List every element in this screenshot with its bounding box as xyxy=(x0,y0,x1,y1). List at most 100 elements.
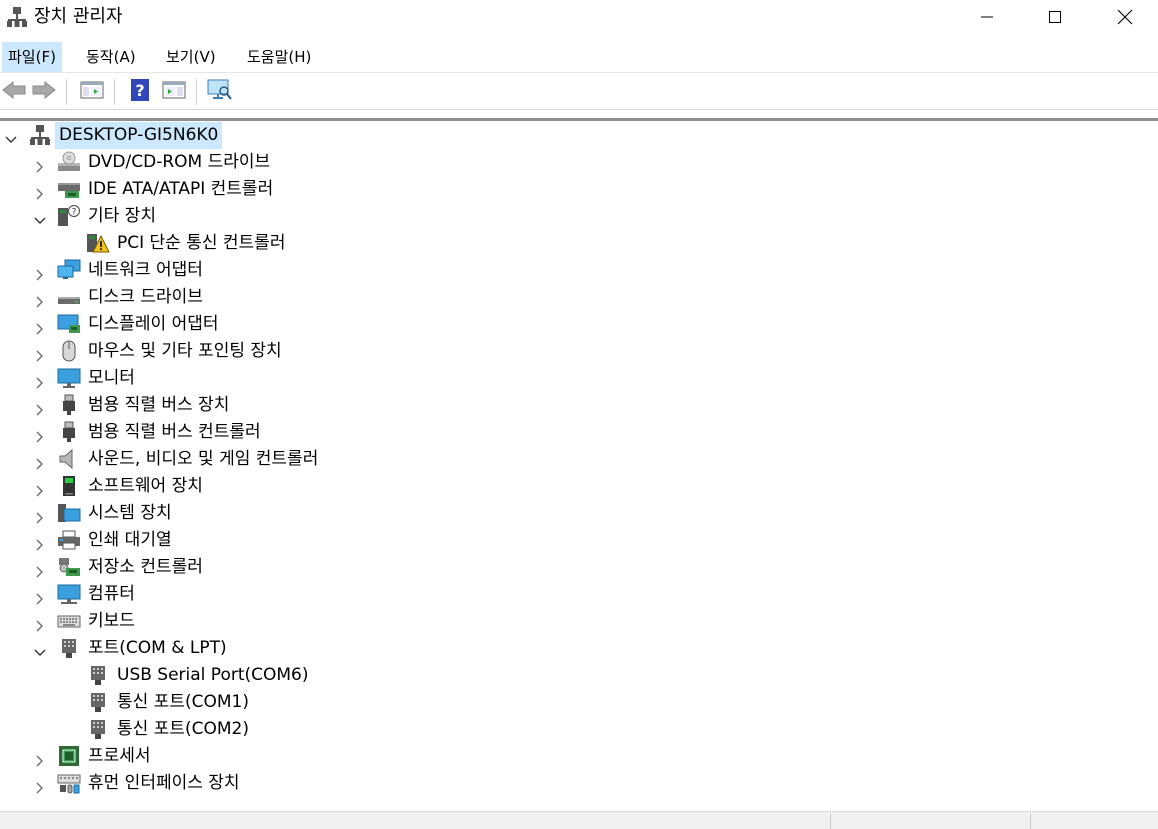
tree-node-ide[interactable]: IDE ATA/ATAPI 컨트롤러 xyxy=(0,176,500,203)
software-device-icon xyxy=(57,475,81,497)
chevron-right-icon[interactable] xyxy=(33,614,47,632)
tree-node-label: DVD/CD-ROM 드라이브 xyxy=(88,152,271,172)
chevron-right-icon[interactable] xyxy=(33,344,47,362)
other-devices-icon: ? xyxy=(57,205,81,227)
chevron-right-icon[interactable] xyxy=(33,749,47,767)
chevron-right-icon[interactable] xyxy=(33,425,47,443)
dvd-drive-icon xyxy=(57,151,81,173)
tree-node-storage-controllers[interactable]: 저장소 컨트롤러 xyxy=(0,554,500,581)
hid-icon xyxy=(57,772,81,794)
chevron-right-icon[interactable] xyxy=(33,155,47,173)
computer-icon xyxy=(57,583,81,605)
tree-node-label: 디스크 드라이브 xyxy=(88,287,203,307)
tree-node-other-devices[interactable]: ? 기타 장치 xyxy=(0,203,500,230)
menu-help[interactable]: 도움말(H) xyxy=(241,42,317,72)
tree-node-com1[interactable]: 통신 포트(COM1) xyxy=(0,689,500,716)
tree-node-software-devices[interactable]: 소프트웨어 장치 xyxy=(0,473,500,500)
tree-node-mice[interactable]: 마우스 및 기타 포인팅 장치 xyxy=(0,338,500,365)
close-button[interactable] xyxy=(1096,0,1154,34)
svg-text:?: ? xyxy=(72,208,77,218)
status-divider xyxy=(1030,814,1031,829)
tree-node-monitors[interactable]: 모니터 xyxy=(0,365,500,392)
tree-node-display-adapters[interactable]: 디스플레이 어댑터 xyxy=(0,311,500,338)
tree-node-label: 시스템 장치 xyxy=(88,503,172,523)
tree-node-system-devices[interactable]: 시스템 장치 xyxy=(0,500,500,527)
tree-node-label: 소프트웨어 장치 xyxy=(88,476,203,496)
tree-node-print-queues[interactable]: 인쇄 대기열 xyxy=(0,527,500,554)
chevron-right-icon[interactable] xyxy=(33,263,47,281)
title-bar: 장치 관리자 xyxy=(0,0,1158,38)
tree-node-label: 네트워크 어댑터 xyxy=(88,260,203,280)
speaker-icon xyxy=(57,448,81,470)
network-adapter-icon xyxy=(57,259,81,281)
port-icon xyxy=(57,637,81,659)
tree-node-network-adapters[interactable]: 네트워크 어댑터 xyxy=(0,257,500,284)
help-button[interactable]: ? xyxy=(126,79,154,105)
port-icon xyxy=(86,691,110,713)
chevron-down-icon[interactable] xyxy=(33,209,47,224)
tree-node-usb-devices[interactable]: 범용 직렬 버스 장치 xyxy=(0,392,500,419)
tree-root-node[interactable]: DESKTOP-GI5N6K0 xyxy=(0,122,400,149)
toolbar-separator xyxy=(196,79,197,105)
tree-node-sound[interactable]: 사운드, 비디오 및 게임 컨트롤러 xyxy=(0,446,500,473)
console-tree-button[interactable] xyxy=(78,79,106,105)
chevron-down-icon[interactable] xyxy=(4,128,18,143)
system-device-icon xyxy=(57,502,81,524)
tree-node-disk-drives[interactable]: 디스크 드라이브 xyxy=(0,284,500,311)
tree-node-dvd[interactable]: DVD/CD-ROM 드라이브 xyxy=(0,149,500,176)
chevron-right-icon[interactable] xyxy=(33,317,47,335)
tree-node-ports[interactable]: 포트(COM & LPT) xyxy=(0,635,500,662)
tree-node-label: 범용 직렬 버스 장치 xyxy=(88,395,230,415)
chevron-right-icon[interactable] xyxy=(33,398,47,416)
tree-node-usb-serial-port[interactable]: USB Serial Port(COM6) xyxy=(0,662,500,689)
menu-bar: 파일(F) 동작(A) 보기(V) 도움말(H) xyxy=(0,42,1158,73)
tree-node-label: 컴퓨터 xyxy=(88,584,135,604)
usb-controller-icon xyxy=(57,421,81,443)
chevron-right-icon[interactable] xyxy=(33,560,47,578)
display-adapter-icon xyxy=(57,313,81,335)
port-icon xyxy=(86,664,110,686)
chevron-right-icon[interactable] xyxy=(33,506,47,524)
chevron-right-icon[interactable] xyxy=(33,290,47,308)
chevron-down-icon[interactable] xyxy=(33,641,47,656)
scan-hardware-button[interactable] xyxy=(206,79,234,105)
tree-node-hid[interactable]: 휴먼 인터페이스 장치 xyxy=(0,770,500,797)
minimize-button[interactable] xyxy=(958,0,1016,34)
tree-node-pci-controller[interactable]: PCI 단순 통신 컨트롤러 xyxy=(0,230,500,257)
tree-node-keyboards[interactable]: 키보드 xyxy=(0,608,500,635)
toolbar-separator xyxy=(114,79,115,105)
properties-button[interactable] xyxy=(160,79,188,105)
maximize-button[interactable] xyxy=(1026,0,1084,34)
tree-node-label: 마우스 및 기타 포인팅 장치 xyxy=(88,341,282,361)
menu-action[interactable]: 동작(A) xyxy=(80,42,142,72)
chevron-right-icon[interactable] xyxy=(33,182,47,200)
menu-file[interactable]: 파일(F) xyxy=(2,42,62,72)
port-icon xyxy=(86,718,110,740)
tree-node-com2[interactable]: 통신 포트(COM2) xyxy=(0,716,500,743)
chevron-right-icon[interactable] xyxy=(33,776,47,794)
chevron-right-icon[interactable] xyxy=(33,587,47,605)
tree-node-label: 디스플레이 어댑터 xyxy=(88,314,219,334)
printer-icon xyxy=(57,529,81,551)
tree-node-processors[interactable]: 프로세서 xyxy=(0,743,500,770)
menu-view[interactable]: 보기(V) xyxy=(160,42,222,72)
device-tree: DESKTOP-GI5N6K0 DVD/CD-ROM 드라이브 IDE ATA/… xyxy=(0,121,1158,811)
tree-node-label: 통신 포트(COM2) xyxy=(117,719,249,739)
warning-device-icon xyxy=(86,232,110,254)
chevron-right-icon[interactable] xyxy=(33,371,47,389)
tree-node-label: 통신 포트(COM1) xyxy=(117,692,249,712)
forward-button[interactable] xyxy=(30,79,58,105)
tree-node-label: 저장소 컨트롤러 xyxy=(88,557,203,577)
tree-node-usb-controllers[interactable]: 범용 직렬 버스 컨트롤러 xyxy=(0,419,500,446)
monitor-icon xyxy=(57,367,81,389)
tree-node-computer[interactable]: 컴퓨터 xyxy=(0,581,500,608)
chevron-right-icon[interactable] xyxy=(33,452,47,470)
chevron-right-icon[interactable] xyxy=(33,533,47,551)
status-divider xyxy=(830,814,831,829)
chevron-right-icon[interactable] xyxy=(33,479,47,497)
device-manager-icon xyxy=(6,6,28,28)
tree-node-label: 인쇄 대기열 xyxy=(88,530,172,550)
back-button[interactable] xyxy=(0,79,28,105)
disk-drive-icon xyxy=(57,286,81,308)
window-title: 장치 관리자 xyxy=(34,6,123,27)
